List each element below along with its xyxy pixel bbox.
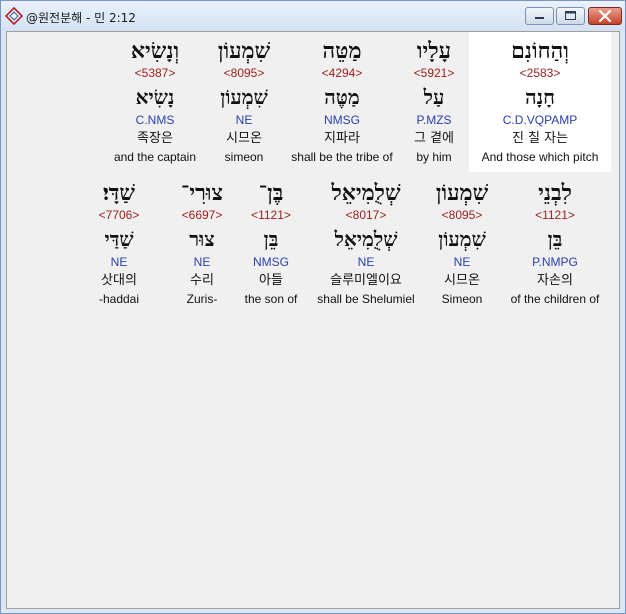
english-gloss: the son of (244, 292, 298, 306)
hebrew-word: צוּרִי־ (180, 180, 224, 206)
hebrew-word: שַׁדָּי׃ (103, 180, 135, 206)
parsing-code: NE (193, 255, 211, 269)
english-gloss: and the captain (113, 150, 197, 164)
korean-gloss: 시므온 (226, 131, 262, 146)
word-column[interactable]: מַטֵּה <4294> מַטֶּה NMSG 지파라 shall be t… (285, 32, 399, 172)
english-gloss: of the children of (510, 292, 600, 306)
lemma-word: נָשִׂיא (135, 85, 175, 109)
parsing-code: P.NMPG (532, 255, 578, 269)
english-gloss: simeon (224, 150, 264, 164)
word-column[interactable]: שִׁמְעוֹן <8095> שִׁמְעוֹן NE 시므온 Simeon (425, 178, 499, 310)
parsing-code: C.NMS (135, 113, 175, 127)
maximize-button[interactable] (556, 7, 585, 25)
parsing-code: NE (453, 255, 471, 269)
word-column[interactable]: לִבְנֵי <1121> בֵּן P.NMPG 자손의 of the ch… (501, 178, 609, 310)
strong-number[interactable]: <8095> (425, 209, 499, 221)
hebrew-word: שְׁלֻמִיאֵל (331, 180, 401, 206)
english-gloss: shall be the tribe of (291, 150, 393, 164)
strong-number[interactable]: <5387> (107, 67, 203, 79)
lemma-word: שַׁדַּי (104, 227, 134, 251)
korean-gloss: 그 곁에 (413, 131, 454, 146)
word-column[interactable]: שִׁמְעוֹן <8095> שִׁמְעוֹן NE 시므온 simeon (207, 32, 281, 172)
app-window: @원전분해 - 민 2:12 וְהַחוֹנִם <2583> חָנָה C… (0, 0, 626, 614)
strong-number[interactable]: <7706> (91, 209, 147, 221)
lemma-word: מַטֶּה (324, 85, 360, 109)
parsing-code: NMSG (253, 255, 289, 269)
english-gloss: -haddai (98, 292, 140, 306)
english-gloss: by him (416, 150, 452, 164)
strong-number[interactable]: <5921> (394, 67, 474, 79)
parsing-code: NE (235, 113, 253, 127)
hebrew-word: וְהַחוֹנִם (511, 38, 569, 64)
lemma-word: שִׁמְעוֹן (438, 227, 486, 251)
word-column[interactable]: עָלָיו <5921> עַל P.MZS 그 곁에 by him (394, 32, 474, 172)
parsing-code: C.D.VQPAMP (502, 113, 578, 127)
lemma-word: חָנָה (525, 85, 555, 109)
minimize-icon (535, 17, 544, 19)
korean-gloss: 삿대의 (101, 273, 137, 288)
hebrew-word: וְנָשִׂיא (130, 38, 180, 64)
parsing-code: NMSG (324, 113, 360, 127)
hebrew-word: לִבְנֵי (538, 180, 572, 206)
maximize-icon (565, 11, 576, 20)
korean-gloss: 지파라 (324, 131, 360, 146)
strong-number[interactable]: <8095> (207, 67, 281, 79)
strong-number[interactable]: <1121> (501, 209, 609, 221)
strong-number[interactable]: <4294> (285, 67, 399, 79)
korean-gloss: 슬루미엘이요 (330, 273, 402, 288)
strong-number[interactable]: <6697> (171, 209, 233, 221)
word-column[interactable]: צוּרִי־ <6697> צוּר NE 수리 Zuris- (171, 178, 233, 310)
window-title: @원전분해 - 민 2:12 (26, 11, 136, 25)
korean-gloss: 진 칠 자는 (511, 131, 569, 146)
strong-number[interactable]: <2583> (469, 67, 611, 79)
strong-number[interactable]: <8017> (309, 209, 423, 221)
lemma-word: שִׁמְעוֹן (220, 85, 268, 109)
word-column[interactable]: וְהַחוֹנִם <2583> חָנָה C.D.VQPAMP 진 칠 자… (469, 32, 611, 172)
korean-gloss: 수리 (190, 273, 214, 288)
hebrew-word: בֶּן־ (258, 180, 284, 206)
lemma-word: עַל (423, 85, 445, 109)
hebrew-word: עָלָיו (416, 38, 452, 64)
word-column[interactable]: וְנָשִׂיא <5387> נָשִׂיא C.NMS 족장은 and t… (107, 32, 203, 172)
close-icon (598, 9, 612, 23)
korean-gloss: 시므온 (444, 273, 480, 288)
english-gloss: Zuris- (186, 292, 218, 306)
strong-number[interactable]: <1121> (237, 209, 305, 221)
hebrew-word: מַטֵּה (322, 38, 362, 64)
english-gloss: Simeon (441, 292, 483, 306)
word-column[interactable]: שַׁדָּי׃ <7706> שַׁדַּי NE 삿대의 -haddai (91, 178, 147, 310)
lemma-word: שְׁלֻמִיאֵל (334, 227, 398, 251)
korean-gloss: 아들 (259, 273, 283, 288)
minimize-button[interactable] (525, 7, 554, 25)
lemma-word: בֵּן (547, 227, 563, 251)
word-column[interactable]: שְׁלֻמִיאֵל <8017> שְׁלֻמִיאֵל NE 슬루미엘이요… (309, 178, 423, 310)
lemma-word: צוּר (189, 227, 215, 251)
english-gloss: And those which pitch (481, 150, 599, 164)
close-button[interactable] (588, 7, 622, 25)
english-gloss: shall be Shelumiel (317, 292, 415, 306)
parsing-code: NE (110, 255, 128, 269)
app-diamond-icon (5, 7, 23, 25)
korean-gloss: 자손의 (537, 273, 573, 288)
interlinear-view: וְהַחוֹנִם <2583> חָנָה C.D.VQPAMP 진 칠 자… (6, 31, 620, 609)
parsing-code: P.MZS (416, 113, 452, 127)
parsing-code: NE (357, 255, 375, 269)
korean-gloss: 족장은 (137, 131, 173, 146)
lemma-word: בֵּן (263, 227, 279, 251)
word-column[interactable]: בֶּן־ <1121> בֵּן NMSG 아들 the son of (237, 178, 305, 310)
hebrew-word: שִׁמְעוֹן (435, 180, 489, 206)
title-bar[interactable]: @원전분해 - 민 2:12 (1, 1, 625, 31)
hebrew-word: שִׁמְעוֹן (217, 38, 271, 64)
